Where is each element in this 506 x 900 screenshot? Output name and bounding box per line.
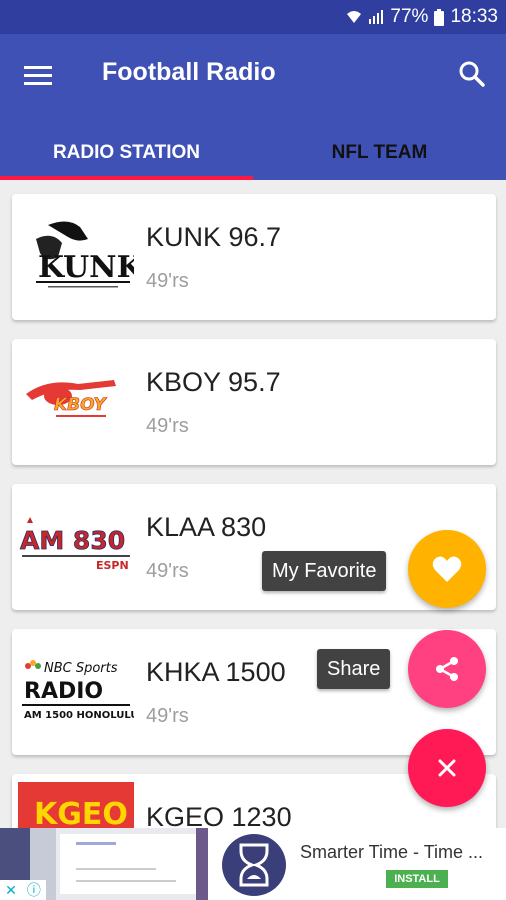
station-logo-kunk: KUNK (18, 202, 134, 312)
share-button[interactable] (408, 630, 486, 708)
favorite-button[interactable] (408, 530, 486, 608)
ad-banner[interactable]: ✕ ⓘ Smarter Time - Time ... INSTALL (0, 828, 506, 900)
station-team: 49'rs (146, 705, 189, 727)
signal-icon (368, 9, 384, 25)
khka-logo-mid: RADIO (24, 679, 103, 704)
station-name: KUNK 96.7 (146, 222, 282, 252)
heart-icon (432, 556, 462, 582)
close-fab-button[interactable] (408, 729, 486, 807)
kgeo-logo-text: KGEO (34, 797, 128, 828)
hourglass-icon (239, 843, 269, 887)
tab-radio-station[interactable]: RADIO STATION (0, 126, 253, 180)
search-icon[interactable] (456, 58, 488, 90)
station-name: KGEO 1230 (146, 802, 292, 828)
menu-icon[interactable] (24, 62, 54, 88)
klaa-logo-sub: ESPN (96, 559, 129, 572)
share-label[interactable]: Share (317, 649, 391, 689)
wifi-icon (346, 9, 362, 25)
station-name: KBOY 95.7 (146, 367, 281, 397)
station-name: KLAA 830 (146, 512, 267, 542)
tab-nfl-team[interactable]: NFL TEAM (253, 126, 506, 180)
khka-logo-sub: AM 1500 HONOLULU (24, 710, 134, 721)
tab-bar: RADIO STATION NFL TEAM (0, 126, 506, 180)
battery-icon (434, 8, 445, 26)
ad-install-button[interactable]: INSTALL (386, 870, 448, 888)
station-logo-klaa: AM 830 ESPN (18, 492, 134, 602)
station-card-kunk[interactable]: KUNK KUNK 96.7 49'rs (12, 194, 496, 320)
station-logo-khka: NBC Sports RADIO AM 1500 HONOLULU (18, 637, 134, 747)
station-logo-kboy: KBOY (18, 347, 134, 457)
khka-logo-text: NBC Sports (44, 661, 118, 676)
status-bar: 77% 18:33 (0, 0, 506, 34)
station-team: 49'rs (146, 270, 189, 292)
station-name: KHKA 1500 (146, 657, 286, 687)
favorite-label[interactable]: My Favorite (262, 551, 387, 591)
ad-close-icon[interactable]: ✕ (5, 882, 17, 899)
kboy-logo-text: KBOY (54, 395, 107, 415)
station-team: 49'rs (146, 560, 189, 582)
app-title: Football Radio (102, 58, 276, 86)
share-icon (436, 657, 458, 681)
ad-app-icon (222, 834, 286, 896)
ad-info-icon[interactable]: ⓘ (27, 880, 41, 900)
adchoices-icon[interactable]: ✕ ⓘ (0, 880, 46, 900)
station-list[interactable]: KUNK KUNK 96.7 49'rs KBOY KBOY 95.7 49'r… (0, 180, 506, 828)
station-team: 49'rs (146, 415, 189, 437)
kunk-logo-text: KUNK (38, 250, 134, 285)
battery-percent: 77% (390, 6, 429, 27)
station-card-kboy[interactable]: KBOY KBOY 95.7 49'rs (12, 339, 496, 465)
station-logo-kgeo: KGEO (18, 782, 134, 828)
ad-title: Smarter Time - Time ... (300, 842, 484, 862)
close-icon (438, 759, 456, 777)
app-bar: Football Radio RADIO STATION NFL TEAM (0, 34, 506, 180)
klaa-logo-text: AM 830 (20, 526, 125, 555)
clock: 18:33 (450, 6, 498, 27)
